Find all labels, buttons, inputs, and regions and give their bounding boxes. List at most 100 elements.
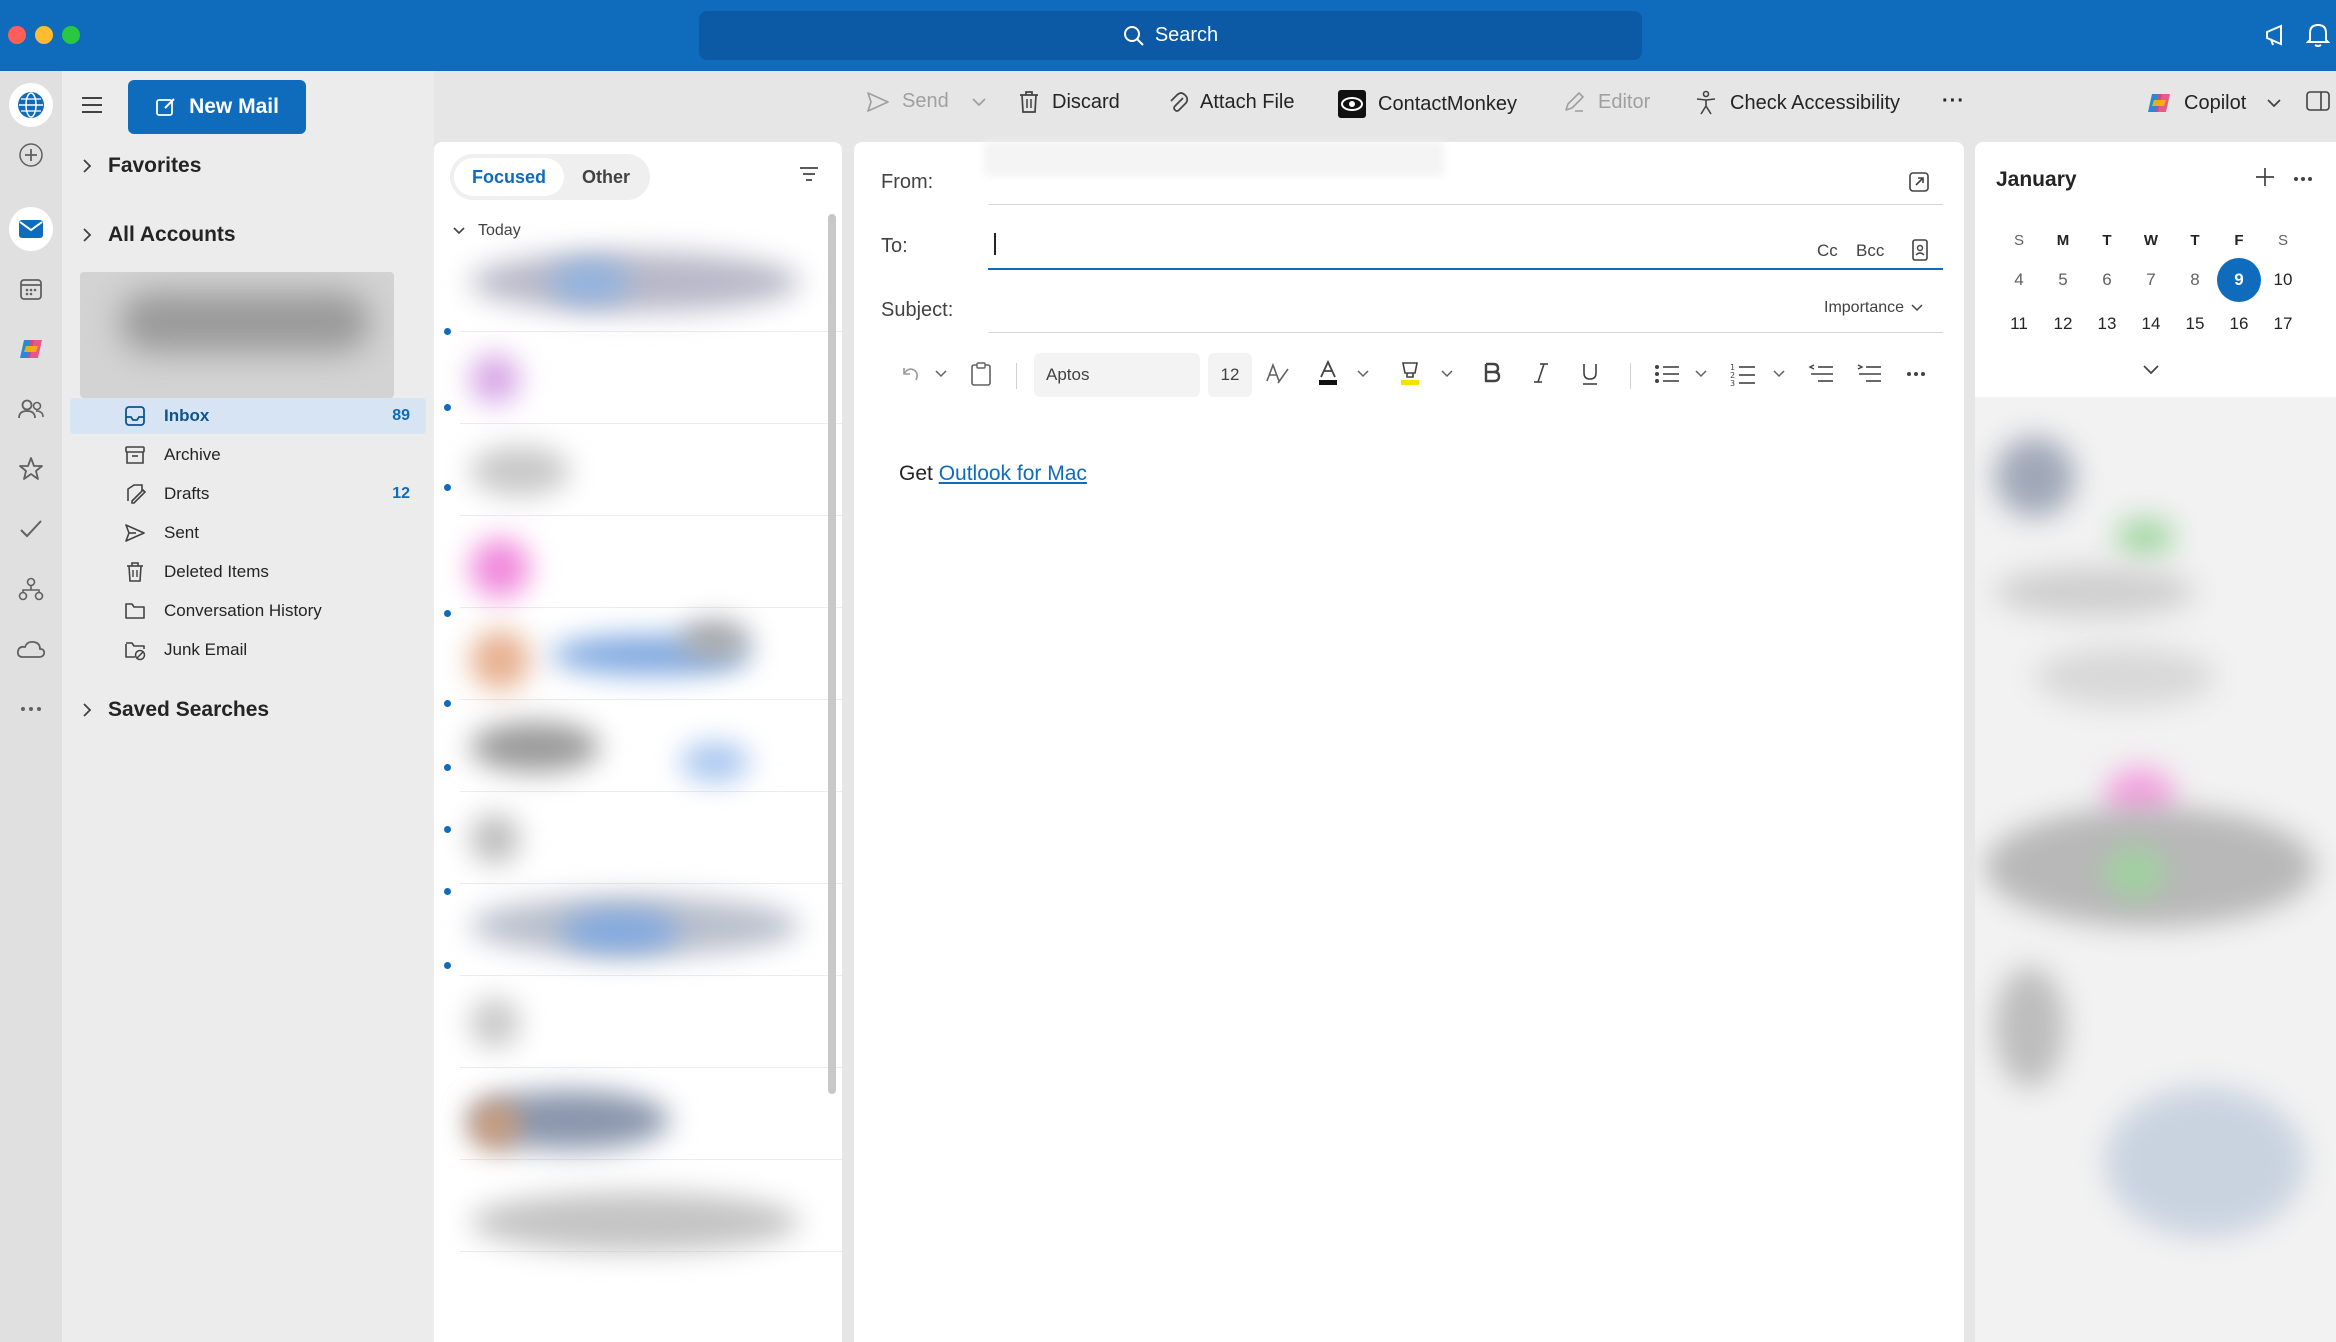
calendar-day[interactable]: 15	[2173, 302, 2217, 346]
font-size-dropdown[interactable]: 12	[1208, 353, 1252, 397]
tab-other[interactable]: Other	[564, 158, 648, 196]
list-item[interactable]	[460, 794, 842, 884]
list-item[interactable]	[460, 610, 842, 700]
list-item[interactable]	[460, 334, 842, 424]
calendar-day[interactable]: 4	[1997, 258, 2041, 302]
message-list-scrollbar[interactable]	[828, 214, 836, 1094]
folder-junk-email[interactable]: Junk Email	[70, 632, 426, 668]
list-item[interactable]	[460, 1070, 842, 1160]
bold-icon[interactable]	[1482, 361, 1502, 385]
calendar-day[interactable]: 11	[1997, 302, 2041, 346]
editor-button[interactable]: Editor	[1562, 90, 1650, 114]
list-item[interactable]	[460, 426, 842, 516]
more-options-button[interactable]: ···	[1942, 90, 1965, 113]
favorites-section-header[interactable]: Favorites	[82, 154, 201, 178]
clipboard-icon[interactable]	[970, 361, 992, 387]
calendar-day-today[interactable]: 9	[2217, 258, 2261, 302]
chevron-down-icon[interactable]	[2266, 98, 2282, 108]
onedrive-app-button[interactable]	[9, 627, 53, 671]
todo-app-button[interactable]	[9, 507, 53, 551]
list-item[interactable]	[460, 702, 842, 792]
calendar-day[interactable]: 7	[2129, 258, 2173, 302]
contactmonkey-button[interactable]: ContactMonkey	[1338, 90, 1517, 118]
copilot-app-button[interactable]	[9, 327, 53, 371]
account-globe-button[interactable]	[9, 83, 53, 127]
favorites-app-button[interactable]	[9, 447, 53, 491]
bullet-list-icon[interactable]	[1654, 363, 1680, 385]
add-account-button[interactable]	[9, 133, 53, 177]
chevron-down-icon[interactable]	[1356, 369, 1370, 379]
list-item[interactable]	[460, 886, 842, 976]
new-mail-button[interactable]: New Mail	[128, 80, 306, 134]
calendar-day[interactable]: 16	[2217, 302, 2261, 346]
list-item[interactable]	[460, 1162, 842, 1252]
copilot-button[interactable]: Copilot	[2146, 90, 2282, 116]
discard-button[interactable]: Discard	[1018, 90, 1120, 114]
underline-icon[interactable]	[1580, 361, 1600, 387]
undo-icon[interactable]	[898, 362, 922, 386]
chevron-down-icon[interactable]	[934, 369, 948, 379]
list-item[interactable]	[460, 978, 842, 1068]
numbered-list-icon[interactable]: 123	[1730, 361, 1756, 387]
outlook-for-mac-link[interactable]: Outlook for Mac	[939, 462, 1087, 485]
font-color-icon[interactable]	[1316, 359, 1340, 387]
to-input[interactable]	[988, 222, 1748, 266]
text-style-icon[interactable]	[1264, 361, 1290, 387]
more-apps-button[interactable]	[9, 687, 53, 731]
increase-indent-icon[interactable]	[1856, 363, 1882, 385]
address-book-icon[interactable]	[1911, 239, 1929, 261]
mail-app-button[interactable]	[9, 207, 53, 251]
toggle-pane-button[interactable]	[2306, 90, 2330, 112]
close-window-button[interactable]	[8, 26, 26, 44]
all-accounts-section-header[interactable]: All Accounts	[82, 223, 236, 247]
filter-icon[interactable]	[798, 166, 820, 182]
send-button[interactable]: Send	[866, 90, 987, 113]
list-item[interactable]	[460, 518, 842, 608]
list-item[interactable]	[460, 242, 842, 332]
cc-button[interactable]: Cc	[1817, 241, 1838, 261]
calendar-day[interactable]: 13	[2085, 302, 2129, 346]
popout-icon[interactable]	[1908, 171, 1930, 193]
highlighter-icon[interactable]	[1398, 359, 1422, 387]
zoom-window-button[interactable]	[62, 26, 80, 44]
decrease-indent-icon[interactable]	[1808, 363, 1834, 385]
tab-focused[interactable]: Focused	[454, 158, 565, 196]
calendar-day[interactable]: 12	[2041, 302, 2085, 346]
subject-input[interactable]	[988, 282, 1688, 326]
people-app-button[interactable]	[9, 387, 53, 431]
megaphone-icon[interactable]	[2264, 22, 2290, 48]
italic-icon[interactable]	[1532, 361, 1550, 385]
calendar-day[interactable]: 8	[2173, 258, 2217, 302]
folder-inbox[interactable]: Inbox 89	[70, 398, 426, 434]
bell-icon[interactable]	[2306, 22, 2330, 48]
group-header-today[interactable]: Today	[452, 222, 521, 240]
folder-sent[interactable]: Sent	[70, 515, 426, 551]
hamburger-menu-icon[interactable]	[80, 95, 104, 115]
chevron-down-icon[interactable]	[1772, 369, 1786, 379]
org-app-button[interactable]	[9, 567, 53, 611]
font-name-dropdown[interactable]: Aptos	[1034, 353, 1200, 397]
saved-searches-section-header[interactable]: Saved Searches	[82, 698, 269, 722]
calendar-app-button[interactable]	[9, 267, 53, 311]
importance-dropdown[interactable]: Importance	[1824, 299, 1924, 317]
chevron-down-icon[interactable]	[1694, 369, 1708, 379]
more-formatting-icon[interactable]	[1906, 371, 1926, 377]
calendar-day[interactable]: 17	[2261, 302, 2305, 346]
folder-conversation-history[interactable]: Conversation History	[70, 593, 426, 629]
search-bar[interactable]: Search	[699, 11, 1642, 60]
calendar-day[interactable]: 10	[2261, 258, 2305, 302]
chevron-down-icon[interactable]	[1440, 369, 1454, 379]
calendar-day[interactable]: 6	[2085, 258, 2129, 302]
chevron-down-icon[interactable]	[971, 97, 987, 107]
folder-deleted-items[interactable]: Deleted Items	[70, 554, 426, 590]
check-accessibility-button[interactable]: Check Accessibility	[1694, 90, 1900, 116]
bcc-button[interactable]: Bcc	[1856, 241, 1884, 261]
folder-drafts[interactable]: Drafts 12	[70, 476, 426, 512]
expand-calendar-chevron-icon[interactable]	[2142, 364, 2160, 376]
message-body[interactable]: Get Outlook for Mac	[899, 462, 1087, 486]
calendar-day[interactable]: 14	[2129, 302, 2173, 346]
calendar-day[interactable]: 5	[2041, 258, 2085, 302]
attach-file-button[interactable]: Attach File	[1168, 90, 1294, 114]
add-event-icon[interactable]	[2254, 166, 2276, 188]
calendar-more-icon[interactable]	[2293, 176, 2313, 182]
